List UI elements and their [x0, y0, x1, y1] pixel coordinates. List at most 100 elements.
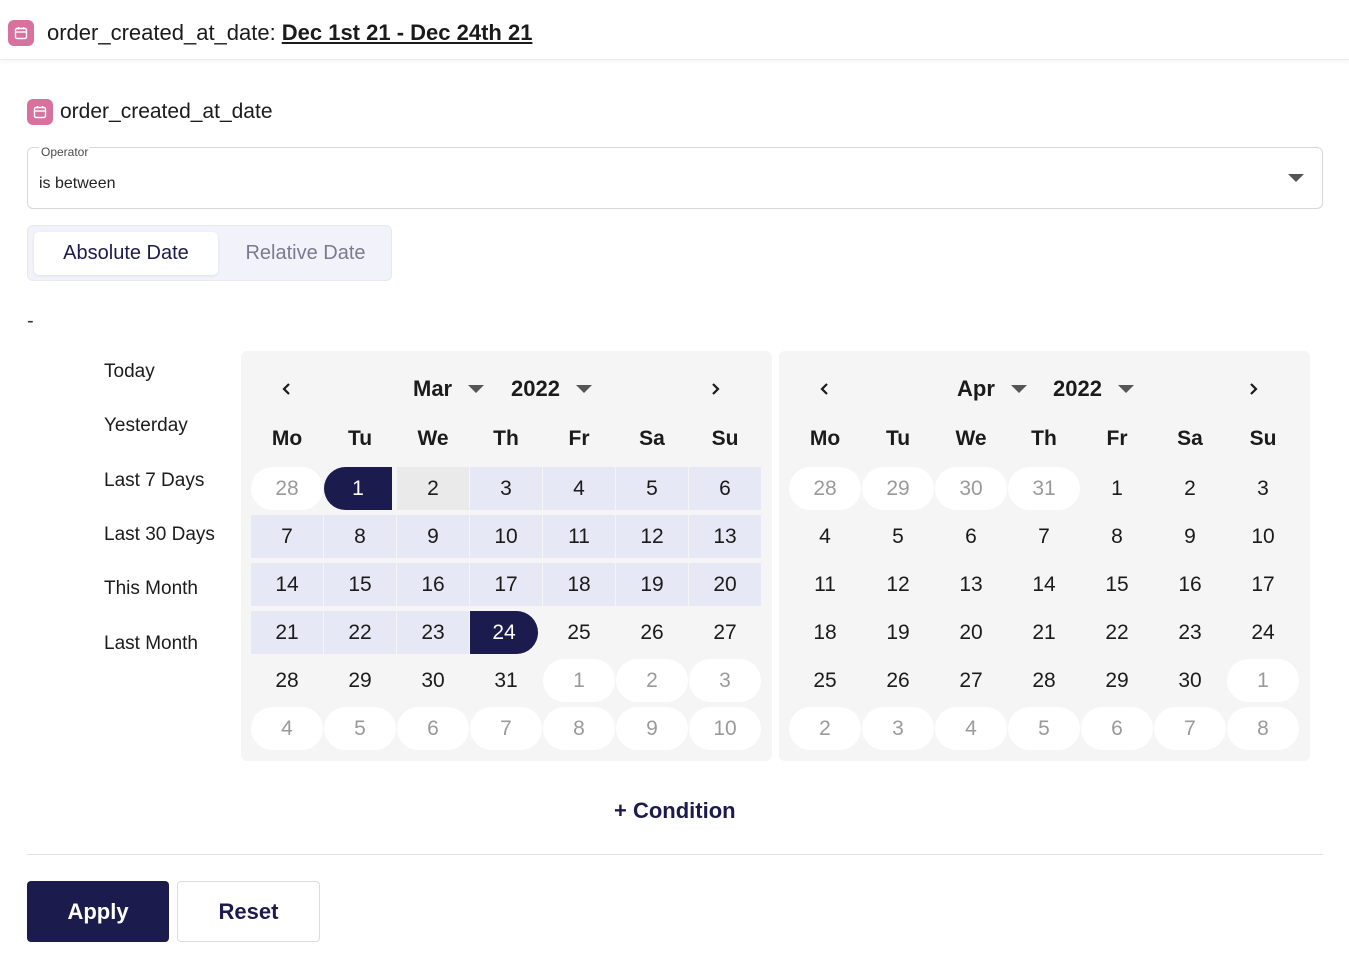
day-cell[interactable]: 15 — [324, 563, 396, 606]
day-cell[interactable]: 11 — [789, 563, 861, 606]
tab-relative-date[interactable]: Relative Date — [224, 232, 387, 275]
shortcut-last-7-days[interactable]: Last 7 Days — [104, 470, 204, 492]
day-cell[interactable]: 2 — [1154, 467, 1226, 510]
day-cell[interactable]: 9 — [397, 515, 469, 558]
day-cell[interactable]: 8 — [543, 707, 615, 750]
day-cell[interactable]: 30 — [1154, 659, 1226, 702]
day-cell[interactable]: 6 — [689, 467, 761, 510]
day-cell[interactable]: 27 — [689, 611, 761, 654]
tab-absolute-date[interactable]: Absolute Date — [34, 232, 218, 275]
day-cell[interactable]: 15 — [1081, 563, 1153, 606]
operator-select[interactable]: Operator is between — [27, 145, 1323, 209]
day-cell[interactable]: 3 — [1227, 467, 1299, 510]
day-cell[interactable]: 13 — [689, 515, 761, 558]
day-cell[interactable]: 3 — [470, 467, 542, 510]
day-cell[interactable]: 6 — [1081, 707, 1153, 750]
filter-range-link[interactable]: Dec 1st 21 - Dec 24th 21 — [282, 20, 533, 45]
day-cell[interactable]: 22 — [1081, 611, 1153, 654]
day-cell-range-start[interactable]: 1 — [324, 467, 392, 510]
day-cell[interactable]: 18 — [543, 563, 615, 606]
day-cell[interactable]: 21 — [1008, 611, 1080, 654]
day-cell[interactable]: 23 — [397, 611, 469, 654]
day-cell[interactable]: 28 — [251, 467, 323, 510]
day-cell[interactable]: 4 — [789, 515, 861, 558]
day-cell[interactable]: 26 — [862, 659, 934, 702]
day-cell[interactable]: 8 — [324, 515, 396, 558]
shortcut-last-30-days[interactable]: Last 30 Days — [104, 524, 215, 546]
day-cell[interactable]: 25 — [543, 611, 615, 654]
day-cell[interactable]: 4 — [251, 707, 323, 750]
shortcut-last-month[interactable]: Last Month — [104, 633, 198, 655]
day-cell[interactable]: 7 — [1008, 515, 1080, 558]
day-cell[interactable]: 1 — [1227, 659, 1299, 702]
day-cell[interactable]: 1 — [543, 659, 615, 702]
day-cell[interactable]: 7 — [470, 707, 542, 750]
chevron-right-icon[interactable] — [1241, 377, 1265, 401]
day-cell[interactable]: 5 — [616, 467, 688, 510]
chevron-left-icon[interactable] — [813, 377, 837, 401]
day-cell[interactable]: 10 — [470, 515, 542, 558]
day-cell[interactable]: 18 — [789, 611, 861, 654]
day-cell[interactable]: 3 — [689, 659, 761, 702]
day-cell[interactable]: 16 — [1154, 563, 1226, 606]
day-cell[interactable]: 5 — [324, 707, 396, 750]
day-cell[interactable]: 7 — [1154, 707, 1226, 750]
day-cell-range-end[interactable]: 24 — [470, 611, 538, 654]
day-cell[interactable]: 29 — [862, 467, 934, 510]
day-cell[interactable]: 29 — [1081, 659, 1153, 702]
month-select[interactable]: Apr — [957, 376, 1027, 402]
day-cell[interactable]: 31 — [1008, 467, 1080, 510]
day-cell[interactable]: 20 — [689, 563, 761, 606]
day-cell[interactable]: 12 — [862, 563, 934, 606]
day-cell[interactable]: 16 — [397, 563, 469, 606]
day-cell[interactable]: 5 — [862, 515, 934, 558]
day-cell[interactable]: 9 — [616, 707, 688, 750]
day-cell[interactable]: 1 — [1081, 467, 1153, 510]
day-cell[interactable]: 25 — [789, 659, 861, 702]
day-cell[interactable]: 7 — [251, 515, 323, 558]
day-cell[interactable]: 13 — [935, 563, 1007, 606]
reset-button[interactable]: Reset — [177, 881, 320, 942]
day-cell[interactable]: 6 — [397, 707, 469, 750]
day-cell[interactable]: 2 — [616, 659, 688, 702]
day-cell[interactable]: 4 — [543, 467, 615, 510]
filter-summary[interactable]: order_created_at_date: Dec 1st 21 - Dec 2… — [47, 20, 532, 46]
day-cell[interactable]: 14 — [251, 563, 323, 606]
day-cell[interactable]: 5 — [1008, 707, 1080, 750]
day-cell[interactable]: 19 — [616, 563, 688, 606]
day-cell[interactable]: 8 — [1227, 707, 1299, 750]
day-cell[interactable]: 23 — [1154, 611, 1226, 654]
day-cell[interactable]: 17 — [470, 563, 542, 606]
day-cell[interactable]: 27 — [935, 659, 1007, 702]
day-cell[interactable]: 26 — [616, 611, 688, 654]
year-select[interactable]: 2022 — [1053, 376, 1134, 402]
month-select[interactable]: Mar — [413, 376, 485, 402]
day-cell[interactable]: 24 — [1227, 611, 1299, 654]
day-cell[interactable]: 17 — [1227, 563, 1299, 606]
day-cell[interactable]: 10 — [689, 707, 761, 750]
day-cell[interactable]: 30 — [935, 467, 1007, 510]
day-cell[interactable]: 29 — [324, 659, 396, 702]
day-cell[interactable]: 2 — [789, 707, 861, 750]
day-cell[interactable]: 12 — [616, 515, 688, 558]
chevron-right-icon[interactable] — [703, 377, 727, 401]
year-select[interactable]: 2022 — [511, 376, 592, 402]
day-cell[interactable]: 6 — [935, 515, 1007, 558]
shortcut-yesterday[interactable]: Yesterday — [104, 415, 188, 437]
shortcut-this-month[interactable]: This Month — [104, 578, 198, 600]
chevron-left-icon[interactable] — [275, 377, 299, 401]
day-cell[interactable]: 20 — [935, 611, 1007, 654]
add-condition-button[interactable]: + Condition — [614, 798, 736, 824]
day-cell[interactable]: 22 — [324, 611, 396, 654]
day-cell[interactable]: 28 — [1008, 659, 1080, 702]
day-cell[interactable]: 28 — [251, 659, 323, 702]
apply-button[interactable]: Apply — [27, 881, 169, 942]
day-cell[interactable]: 2 — [397, 467, 469, 510]
day-cell[interactable]: 10 — [1227, 515, 1299, 558]
chevron-down-icon[interactable] — [1288, 174, 1304, 182]
day-cell[interactable]: 28 — [789, 467, 861, 510]
day-cell[interactable]: 8 — [1081, 515, 1153, 558]
day-cell[interactable]: 14 — [1008, 563, 1080, 606]
day-cell[interactable]: 4 — [935, 707, 1007, 750]
day-cell[interactable]: 31 — [470, 659, 542, 702]
